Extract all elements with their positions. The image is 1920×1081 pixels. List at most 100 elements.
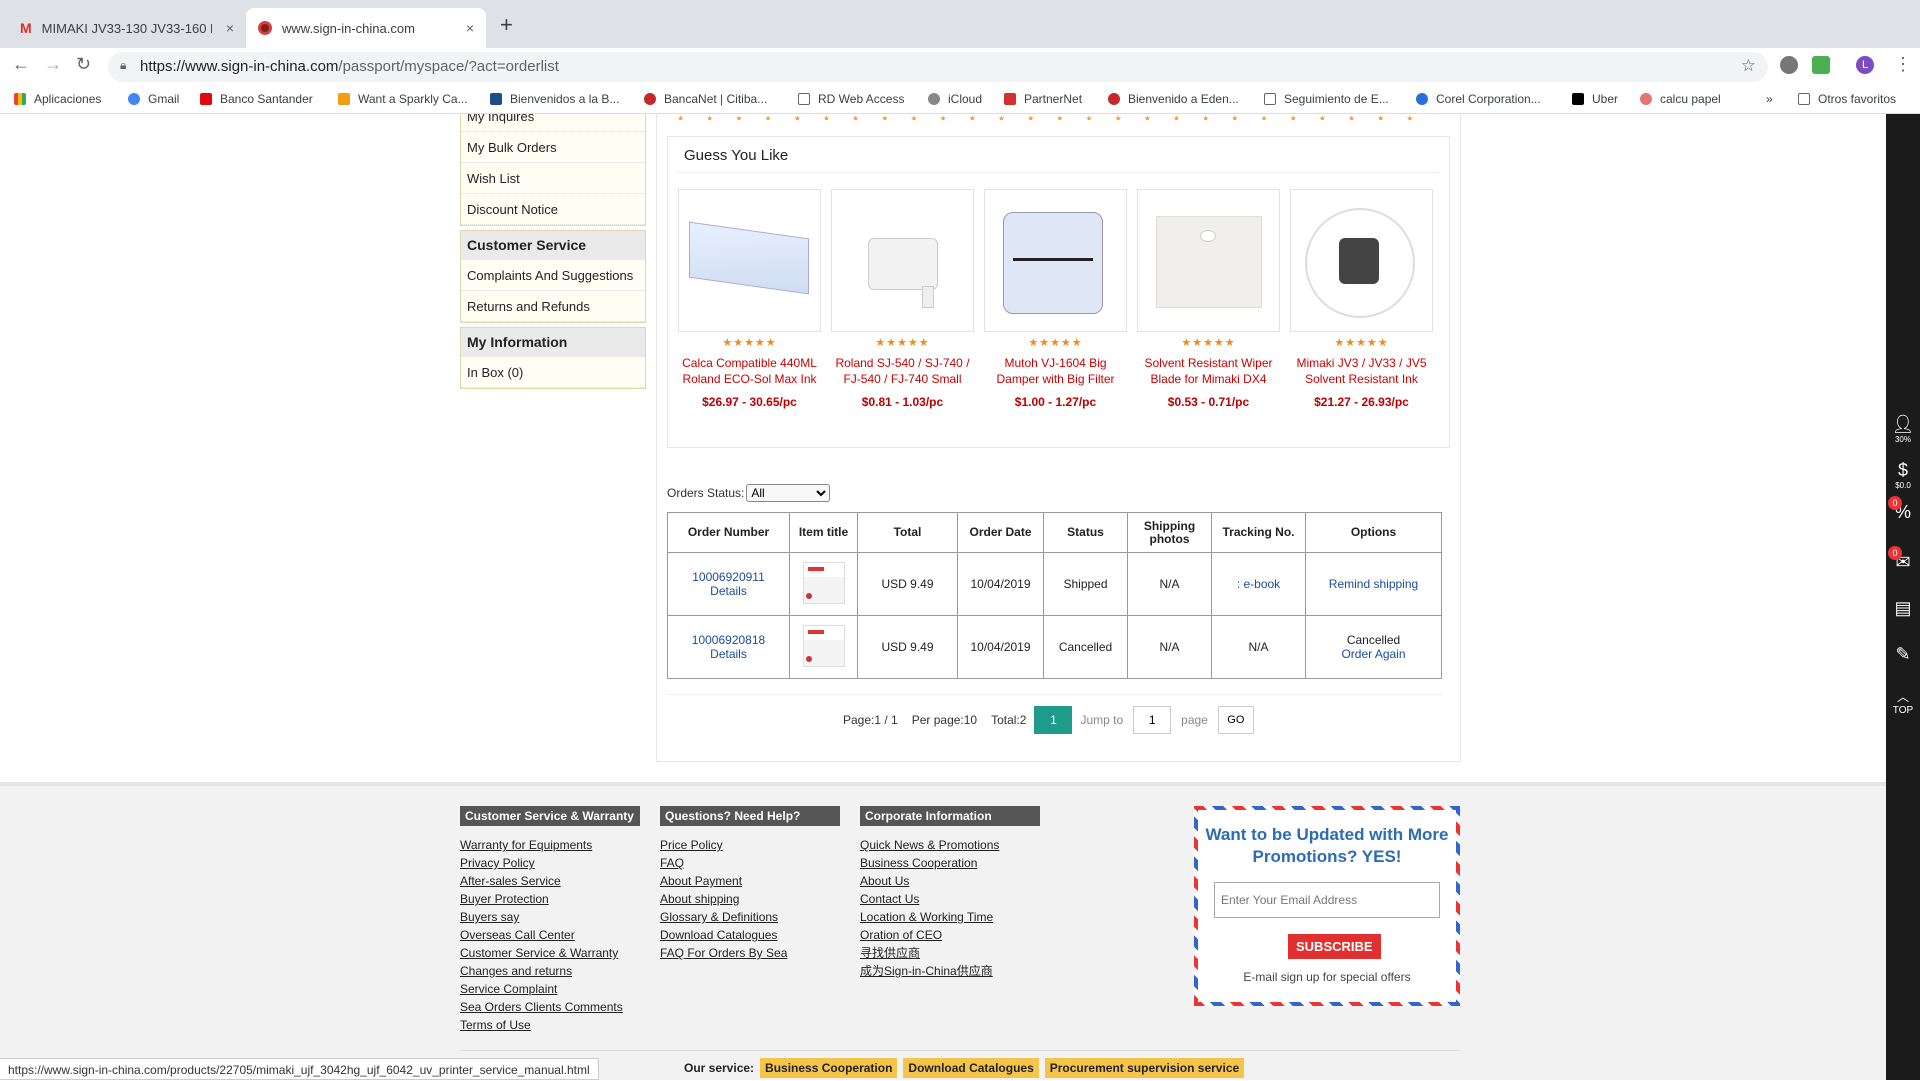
close-tab-icon[interactable]: × [226, 20, 234, 36]
remind-shipping-link[interactable]: Remind shipping [1329, 577, 1418, 591]
footer-link[interactable]: Terms of Use [460, 1016, 640, 1034]
menu-my-inquires[interactable]: My Inquires [461, 114, 645, 132]
tab-mimaki[interactable]: M MIMAKI JV33-130 JV33-160 P × [8, 8, 246, 48]
footer-link[interactable]: Warranty for Equipments [460, 836, 640, 854]
footer-link[interactable]: Sea Orders Clients Comments [460, 998, 640, 1016]
user-icon[interactable]: 👤︎ 30% [1886, 414, 1920, 444]
close-tab-icon[interactable]: × [466, 20, 474, 36]
footer-link[interactable]: FAQ [660, 854, 840, 872]
product-name[interactable]: Mimaki JV3 / JV33 / JV5 Solvent Resistan… [1290, 355, 1433, 387]
footer-link[interactable]: Changes and returns [460, 962, 640, 980]
service-tag-cooperation[interactable]: Business Cooperation [760, 1058, 898, 1078]
product-image[interactable] [984, 189, 1127, 332]
bookmarks-overflow-button[interactable]: » [1766, 92, 1773, 106]
bookmark-item[interactable]: Want a Sparkly Ca... [338, 92, 468, 106]
extension-icon[interactable] [1780, 56, 1798, 74]
bookmark-item[interactable]: iCloud [928, 92, 982, 106]
order-number-link[interactable]: 10006920911 [668, 570, 789, 584]
footer-link[interactable]: Quick News & Promotions [860, 836, 1040, 854]
footer-link[interactable]: Privacy Policy [460, 854, 640, 872]
footer-link[interactable]: Location & Working Time [860, 908, 1040, 926]
product-card[interactable]: ★★★★★ Calca Compatible 440ML Roland ECO-… [678, 189, 821, 409]
order-details-link[interactable]: Details [710, 647, 747, 661]
item-thumbnail[interactable] [802, 624, 845, 667]
bookmark-item[interactable]: Uber [1572, 92, 1618, 106]
menu-kebab-icon[interactable]: ⋮ [1894, 54, 1912, 75]
download-extension-icon[interactable] [1812, 56, 1830, 74]
product-card[interactable]: ★★★★★ Mutoh VJ-1604 Big Damper with Big … [984, 189, 1127, 409]
bookmark-item[interactable]: calcu papel [1640, 92, 1721, 106]
bookmark-item[interactable]: Aplicaciones [14, 92, 101, 106]
back-icon[interactable]: ← [12, 54, 30, 75]
footer-link[interactable]: 成为Sign-in-China供应商 [860, 962, 1040, 980]
edit-pen-icon[interactable]: ✎ [1886, 644, 1920, 665]
item-thumbnail[interactable] [802, 561, 845, 604]
current-page-button[interactable]: 1 [1034, 706, 1073, 734]
tab-sign-in-china[interactable]: www.sign-in-china.com × [246, 8, 486, 48]
bookmark-item[interactable]: Bienvenido a Eden... [1108, 92, 1239, 106]
footer-link[interactable]: Buyer Protection [460, 890, 640, 908]
footer-link[interactable]: About Us [860, 872, 1040, 890]
jump-page-input[interactable] [1133, 706, 1172, 734]
reload-icon[interactable]: ↻ [76, 54, 91, 75]
footer-link[interactable]: Oration of CEO [860, 926, 1040, 944]
product-image[interactable] [831, 189, 974, 332]
money-bag-icon[interactable]: $ $0.0 [1886, 460, 1920, 490]
footer-link[interactable]: After-sales Service [460, 872, 640, 890]
product-image[interactable] [1137, 189, 1280, 332]
product-card[interactable]: ★★★★★ Roland SJ-540 / SJ-740 / FJ-540 / … [831, 189, 974, 409]
back-to-top-button[interactable]: ︿ TOP [1886, 688, 1920, 716]
footer-link[interactable]: Contact Us [860, 890, 1040, 908]
bookmark-item[interactable]: PartnerNet [1004, 92, 1082, 106]
bookmark-item[interactable]: Corel Corporation... [1416, 92, 1541, 106]
footer-link[interactable]: Buyers say [460, 908, 640, 926]
bookmark-star-icon[interactable]: ☆ [1741, 56, 1756, 76]
footer-link[interactable]: Glossary & Definitions [660, 908, 840, 926]
product-name[interactable]: Roland SJ-540 / SJ-740 / FJ-540 / FJ-740… [831, 355, 974, 387]
coupon-icon[interactable]: 0% [1886, 496, 1920, 523]
profile-avatar[interactable]: L [1856, 56, 1874, 74]
footer-link[interactable]: Overseas Call Center [460, 926, 640, 944]
menu-inbox[interactable]: In Box (0) [461, 357, 645, 388]
catalog-icon[interactable]: ▤ [1886, 598, 1920, 619]
menu-wish-list[interactable]: Wish List [461, 163, 645, 194]
footer-link[interactable]: Service Complaint [460, 980, 640, 998]
message-icon[interactable]: 0 ✉ [1886, 546, 1920, 573]
bookmark-item[interactable]: Seguimiento de E... [1264, 92, 1389, 106]
footer-link[interactable]: Price Policy [660, 836, 840, 854]
service-tag-catalogues[interactable]: Download Catalogues [903, 1058, 1039, 1078]
footer-link[interactable]: About shipping [660, 890, 840, 908]
product-image[interactable] [1290, 189, 1433, 332]
product-image[interactable] [678, 189, 821, 332]
bookmark-item[interactable]: BancaNet | Citiba... [644, 92, 767, 106]
menu-returns[interactable]: Returns and Refunds [461, 291, 645, 322]
footer-link[interactable]: Download Catalogues [660, 926, 840, 944]
menu-discount-notice[interactable]: Discount Notice [461, 194, 645, 225]
bookmark-item[interactable]: Bienvenidos a la B... [490, 92, 619, 106]
bookmark-item[interactable]: Gmail [128, 92, 179, 106]
product-card[interactable]: ★★★★★ Mimaki JV3 / JV33 / JV5 Solvent Re… [1290, 189, 1433, 409]
order-again-link[interactable]: Order Again [1341, 647, 1405, 661]
bookmark-item[interactable]: RD Web Access [798, 92, 904, 106]
menu-complaints[interactable]: Complaints And Suggestions [461, 260, 645, 291]
new-tab-button[interactable]: + [500, 12, 513, 38]
status-select[interactable]: All [746, 484, 831, 502]
footer-link[interactable]: FAQ For Orders By Sea [660, 944, 840, 962]
address-bar[interactable]: 🔒︎ https://www.sign-in-china.com/passpor… [108, 52, 1768, 82]
footer-link[interactable]: About Payment [660, 872, 840, 890]
service-tag-procurement[interactable]: Procurement supervision service [1044, 1058, 1245, 1078]
product-name[interactable]: Mutoh VJ-1604 Big Damper with Big Filter [984, 355, 1127, 387]
product-card[interactable]: ★★★★★ Solvent Resistant Wiper Blade for … [1137, 189, 1280, 409]
go-button[interactable]: GO [1217, 706, 1254, 734]
product-name[interactable]: Solvent Resistant Wiper Blade for Mimaki… [1137, 355, 1280, 387]
bookmark-item[interactable]: Banco Santander [200, 92, 313, 106]
order-number-link[interactable]: 10006920818 [668, 633, 789, 647]
other-bookmarks[interactable]: Otros favoritos [1798, 92, 1896, 106]
footer-link[interactable]: Business Cooperation [860, 854, 1040, 872]
footer-link[interactable]: 寻找供应商 [860, 944, 1040, 962]
menu-my-bulk-orders[interactable]: My Bulk Orders [461, 132, 645, 163]
email-input[interactable] [1214, 882, 1440, 918]
forward-icon[interactable]: → [44, 54, 62, 75]
order-details-link[interactable]: Details [710, 584, 747, 598]
footer-link[interactable]: Customer Service & Warranty [460, 944, 640, 962]
